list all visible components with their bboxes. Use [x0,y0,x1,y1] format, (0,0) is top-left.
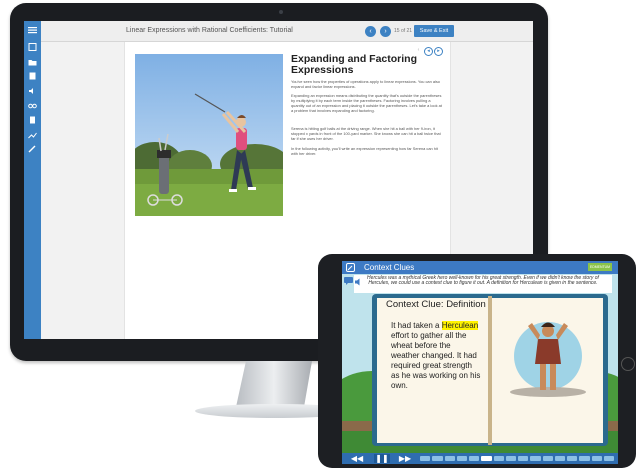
rewind-button[interactable]: ◀◀ [348,454,366,463]
instruction-word-hercules: Hercules [368,280,389,287]
monitor-stand-neck [236,361,312,407]
instruction-text-part: , we could use a context clue to figure … [388,280,520,287]
serena-paragraph: Serena is hitting golf balls at the driv… [291,126,441,141]
progress-segment[interactable] [456,456,467,461]
highlighted-word[interactable]: Herculean [441,321,479,330]
pen-icon[interactable] [28,145,37,153]
card-title: Context Clue: Definition [386,299,486,310]
chart-icon[interactable] [28,131,37,139]
golf-photo [135,54,283,216]
lesson-title: Linear Expressions with Rational Coeffic… [126,27,293,34]
instruction-word-herculean: Herculean [519,280,543,287]
progress-segment[interactable] [444,456,455,461]
card-text-before: It had taken a [391,321,442,330]
edit-icon[interactable] [346,263,355,272]
audio-icon[interactable] [28,87,37,95]
playback-controls: ◀◀ ❚❚ ▶▶ [342,453,618,464]
progress-segment[interactable] [469,456,480,461]
expanding-paragraph: Expanding an expression means distributi… [291,93,442,113]
save-exit-button[interactable]: Save & Exit [414,25,454,37]
progress-segment[interactable] [567,456,578,461]
forward-button[interactable]: ▶▶ [396,454,414,463]
notebook-icon[interactable] [28,72,37,80]
glasses-icon[interactable] [28,102,37,110]
chevron-left-icon: ‹ [369,28,372,35]
page-count: 15 of 21 [394,28,413,34]
card-text: It had taken a Herculean effort to gathe… [391,321,481,391]
progress-segment[interactable] [481,456,492,461]
activity-paragraph: In the following activity, you'll write … [291,146,438,156]
progress-segment[interactable] [530,456,541,461]
forward-icon: ▶▶ [398,454,412,463]
instruction-text-part: is given in the sentence. [542,280,598,287]
tablet-device: Context Clues EDMENTUM Hercules was a my… [318,254,636,468]
progress-segment[interactable] [505,456,516,461]
progress-track[interactable] [420,456,614,461]
tablet-title: Context Clues [364,263,415,272]
brand-badge: EDMENTUM [588,263,612,271]
progress-segment[interactable] [554,456,565,461]
chat-icon[interactable] [344,277,353,285]
progress-segment[interactable] [603,456,614,461]
app-sidebar [24,21,41,339]
progress-segment[interactable] [579,456,590,461]
progress-segment[interactable] [493,456,504,461]
card-text-after: effort to gather all the wheat before th… [391,331,481,390]
progress-segment[interactable] [542,456,553,461]
app-topbar: Linear Expressions with Rational Coeffic… [41,21,533,42]
section-heading: Expanding and Factoring Expressions [291,53,418,76]
rewind-icon: ◀◀ [350,454,364,463]
progress-segment[interactable] [432,456,443,461]
progress-segment[interactable] [518,456,529,461]
book-icon[interactable] [28,43,37,51]
next-page-button[interactable]: › [380,26,391,37]
instruction-text: Hercules was a mythical Greek hero well-… [356,275,610,287]
menu-icon[interactable] [28,26,37,34]
progress-segment[interactable] [420,456,431,461]
intro-paragraph: You've seen how the properties of operat… [291,79,440,89]
calculator-icon[interactable] [28,116,37,124]
tablet-topbar: Context Clues EDMENTUM [342,261,618,274]
progress-segment[interactable] [591,456,602,461]
prev-page-button[interactable]: ‹ [365,26,376,37]
tablet-screen: Context Clues EDMENTUM Hercules was a my… [342,261,618,464]
folder-icon[interactable] [28,58,37,66]
pause-button[interactable]: ❚❚ [374,454,390,463]
chevron-right-icon: › [384,28,387,35]
tablet-home-button[interactable] [621,357,635,371]
pause-icon: ❚❚ [375,454,389,463]
camera-dot [279,10,283,14]
